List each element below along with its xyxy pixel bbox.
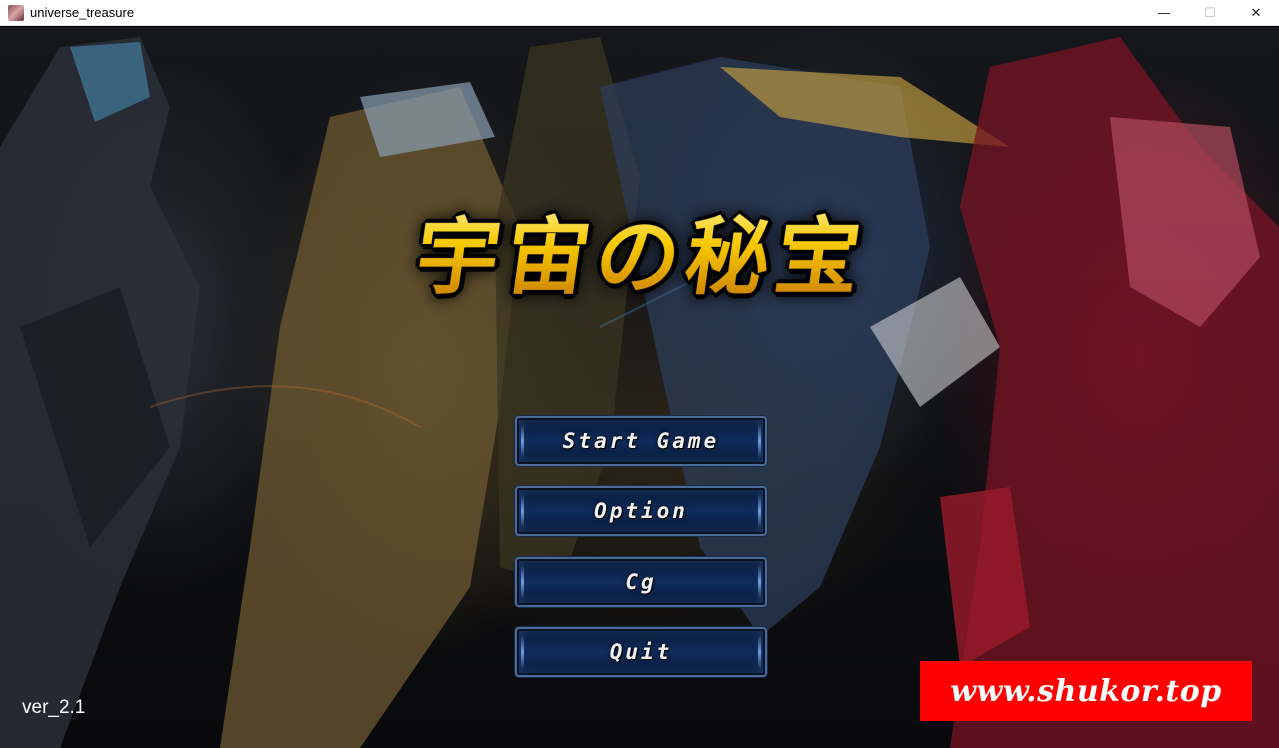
cg-button[interactable]: Cg — [515, 557, 767, 607]
app-icon — [8, 4, 24, 21]
option-button[interactable]: Option — [515, 486, 767, 536]
close-button[interactable]: ✕ — [1233, 0, 1279, 26]
window-title-bar: universe_treasure — ☐ ✕ — [0, 0, 1279, 26]
game-logo: 宇宙の秘宝 — [364, 195, 919, 306]
maximize-button[interactable]: ☐ — [1187, 0, 1233, 26]
version-label: ver_2.1 — [22, 697, 86, 718]
watermark-banner: www.shukor.top — [920, 661, 1252, 721]
minimize-button[interactable]: — — [1141, 0, 1187, 26]
start-game-button[interactable]: Start Game — [515, 416, 767, 466]
window-controls: — ☐ ✕ — [1141, 0, 1279, 26]
title-screen: 宇宙の秘宝 Start Game Option Cg Quit ver_2.1 … — [0, 27, 1279, 748]
window-title: universe_treasure — [30, 5, 135, 20]
quit-button[interactable]: Quit — [515, 627, 767, 677]
